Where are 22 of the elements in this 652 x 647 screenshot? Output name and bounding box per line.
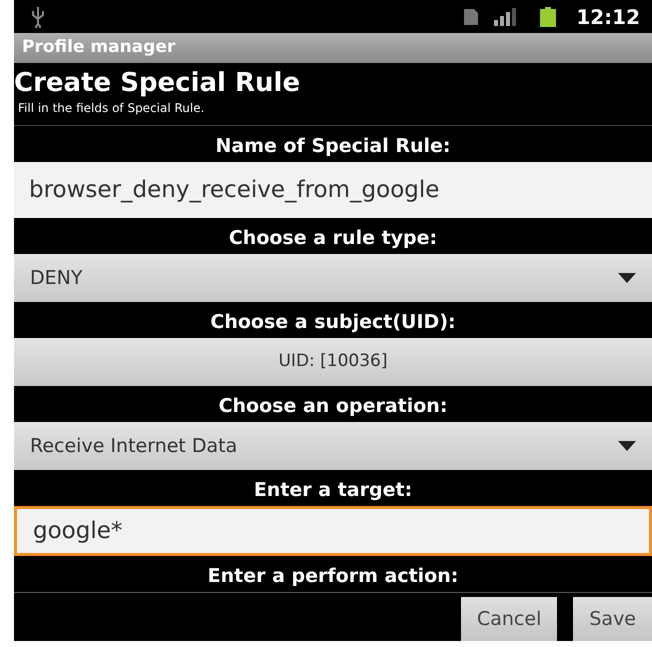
dropdown-spinner[interactable]: DENY xyxy=(14,254,652,302)
field-label: Enter a target: xyxy=(252,478,414,503)
app-title-bar: Profile manager xyxy=(14,33,652,63)
usb-icon xyxy=(30,6,46,28)
battery-icon xyxy=(540,6,556,27)
field-label: Enter a perform action: xyxy=(206,564,460,589)
field-label: Choose an operation: xyxy=(218,394,448,419)
page-subtitle: Fill in the fields of Special Rule. xyxy=(17,100,206,117)
sim-card-icon xyxy=(464,8,478,25)
dropdown-arrow-icon xyxy=(618,273,636,283)
field-label: Choose a rule type: xyxy=(228,226,438,251)
text-input-field[interactable]: google* xyxy=(14,506,652,556)
clock-time: 12:12 xyxy=(576,4,640,31)
dropdown-arrow-icon xyxy=(618,441,636,451)
subject-button[interactable]: UID: [10036] xyxy=(14,338,652,386)
dropdown-spinner[interactable]: Receive Internet Data xyxy=(14,422,652,470)
text-input-field[interactable]: browser_deny_receive_from_google xyxy=(14,162,652,218)
dialog-button[interactable]: Cancel xyxy=(460,597,558,641)
page-title: Create Special Rule xyxy=(14,67,302,99)
dialog-button[interactable]: Save xyxy=(573,597,652,641)
field-label: Name of Special Rule: xyxy=(214,134,452,159)
field-label: Choose a subject(UID): xyxy=(209,310,457,335)
